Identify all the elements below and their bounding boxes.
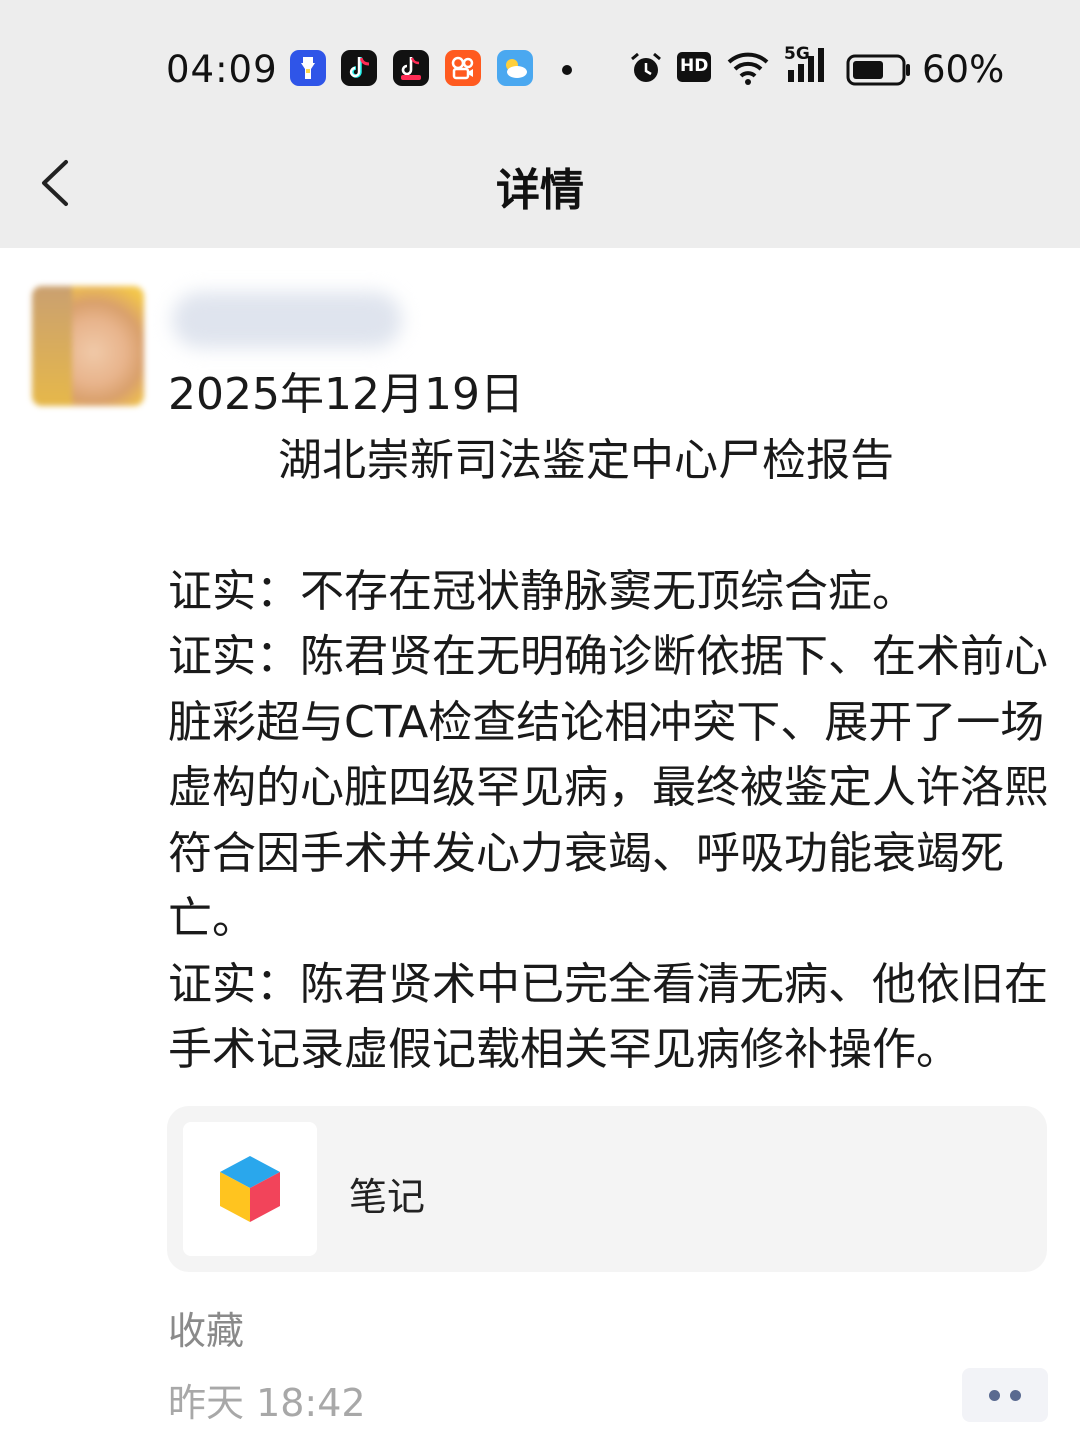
notification-dot bbox=[562, 65, 572, 75]
status-time: 04:09 bbox=[166, 48, 278, 91]
attachment-label: 笔记 bbox=[349, 1175, 426, 1219]
username-blurred[interactable] bbox=[172, 292, 402, 348]
post-content: 2025年12月19日 湖北崇新司法鉴定中心尸检报告 证实：不存在冠状静脉窦无顶… bbox=[168, 362, 1048, 1083]
battery-percent: 60% bbox=[922, 48, 1005, 91]
attachment-thumbnail bbox=[183, 1122, 317, 1256]
cellular-signal-icon: 5G bbox=[784, 44, 834, 86]
battery-icon bbox=[846, 54, 910, 86]
alarm-icon bbox=[631, 52, 661, 82]
hd-icon: HD bbox=[677, 52, 711, 82]
post-paragraph-1: 证实：不存在冠状静脉窦无顶综合症。 bbox=[168, 565, 916, 617]
favorite-label: 收藏 bbox=[168, 1309, 245, 1353]
post-heading: 湖北崇新司法鉴定中心尸检报告 bbox=[278, 434, 894, 486]
kuaishou-app-icon bbox=[445, 50, 481, 86]
post-date-line: 2025年12月19日 bbox=[168, 369, 524, 420]
navigation-bar: 详情 bbox=[0, 140, 1080, 230]
more-dots-icon[interactable] bbox=[962, 1368, 1048, 1422]
cube-app-icon bbox=[220, 1156, 280, 1222]
network-type-label: 5G bbox=[784, 44, 810, 64]
avatar[interactable] bbox=[32, 286, 144, 406]
post-paragraph-2: 证实：陈君贤在无明确诊断依据下、在术前心脏彩超与CTA检查结论相冲突下、展开了一… bbox=[168, 631, 1048, 944]
flashlight-app-icon bbox=[290, 50, 326, 86]
post-timestamp: 昨天 18:42 bbox=[168, 1381, 366, 1425]
top-bar: 04:09 HD 5G 60% 详情 bbox=[0, 0, 1080, 248]
page-title: 详情 bbox=[496, 165, 584, 216]
douyin-lite-app-icon bbox=[393, 50, 429, 86]
wifi-icon bbox=[727, 52, 769, 85]
status-bar: 04:09 HD 5G 60% bbox=[0, 40, 1080, 100]
note-attachment-card[interactable]: 笔记 bbox=[167, 1106, 1047, 1272]
douyin-app-icon bbox=[341, 50, 377, 86]
hd-label: HD bbox=[680, 56, 709, 76]
weather-app-icon bbox=[497, 50, 533, 86]
post-paragraph-3: 证实：陈君贤术中已完全看清无病、他依旧在手术记录虚假记载相关罕见病修补操作。 bbox=[168, 958, 1048, 1076]
